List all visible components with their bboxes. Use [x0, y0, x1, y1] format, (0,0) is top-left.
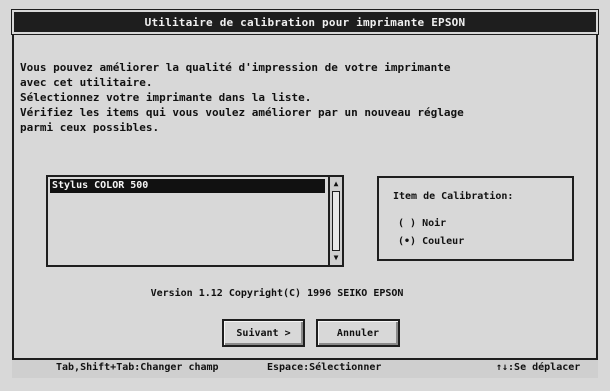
instruction-line: parmi ceux possibles. [20, 121, 160, 134]
printer-list-item-selected[interactable]: Stylus COLOR 500 [50, 179, 325, 193]
instruction-line: Vous pouvez améliorer la qualité d'impre… [20, 61, 451, 74]
scroll-up-arrow-icon[interactable]: ▲ [332, 179, 340, 189]
window-title-bar: Utilitaire de calibration pour imprimant… [11, 9, 599, 35]
listbox-scrollbar[interactable]: ▲ ▼ [328, 177, 342, 265]
tab-hint: Tab,Shift+Tab:Changer champ [56, 362, 219, 373]
cancel-button[interactable]: Annuler [316, 319, 400, 347]
keyboard-hints-statusbar: Tab,Shift+Tab:Changer champ Espace:Sélec… [12, 358, 598, 378]
printer-listbox[interactable]: Stylus COLOR 500 ▲ ▼ [46, 175, 344, 267]
radio-noir[interactable]: ( ) Noir [398, 218, 446, 229]
version-copyright-text: Version 1.12 Copyright(C) 1996 SEIKO EPS… [0, 288, 610, 299]
instructions-block: Vous pouvez améliorer la qualité d'impre… [20, 60, 580, 135]
window-title: Utilitaire de calibration pour imprimant… [144, 15, 466, 29]
instruction-line: Vérifiez les items qui vous voulez améli… [20, 106, 464, 119]
radio-couleur[interactable]: (•) Couleur [398, 236, 464, 247]
arrow-keys-hint: ↑↓:Se déplacer [496, 362, 581, 373]
scroll-down-arrow-icon[interactable]: ▼ [332, 253, 340, 263]
calibration-utility-screen: Utilitaire de calibration pour imprimant… [0, 0, 610, 391]
version-label: Version 1.12 Copyright(C) 1996 SEIKO EPS… [150, 288, 404, 299]
calibration-group-title: Item de Calibration: [393, 191, 514, 202]
scroll-thumb[interactable] [332, 191, 340, 251]
space-hint: Espace:Sélectionner [267, 362, 382, 373]
instruction-line: Sélectionnez votre imprimante dans la li… [20, 91, 312, 104]
instruction-line: avec cet utilitaire. [20, 76, 153, 89]
next-button[interactable]: Suivant > [222, 319, 305, 347]
calibration-item-group: Item de Calibration: ( ) Noir (•) Couleu… [377, 176, 574, 261]
